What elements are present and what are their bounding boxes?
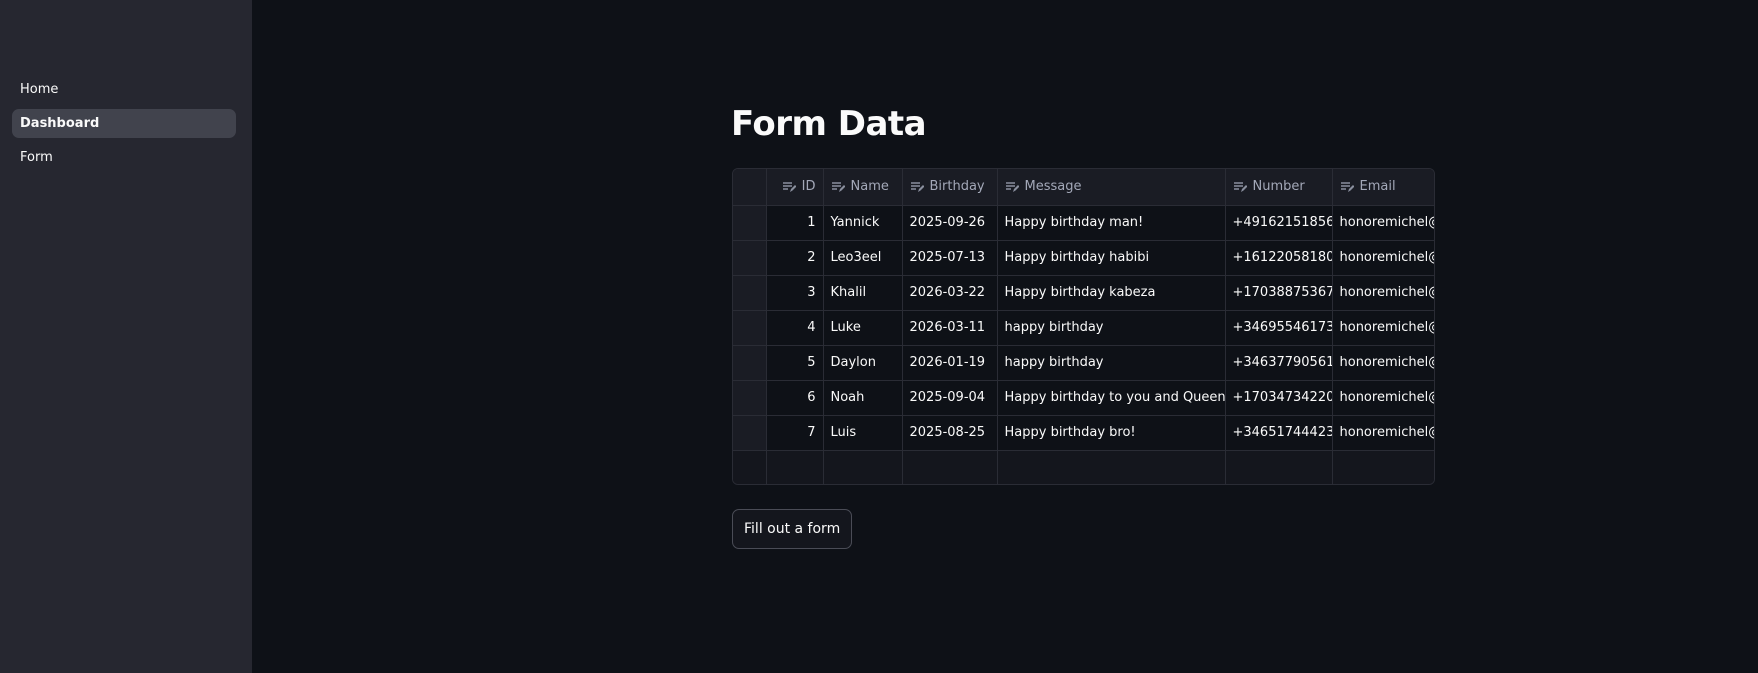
text-edit-icon [831, 182, 845, 192]
table-cell-number[interactable]: +17038875367 [1225, 275, 1333, 311]
page-title: Form Data [731, 104, 927, 144]
table-cell-email[interactable]: honoremichel@ [1332, 380, 1434, 416]
table-cell-email[interactable]: honoremichel@ [1332, 275, 1434, 311]
table-cell-birthday[interactable]: 2025-08-25 [902, 415, 998, 451]
column-header-label: Birthday [929, 179, 985, 195]
empty-cell[interactable] [1225, 450, 1333, 484]
table-cell-message[interactable]: Happy birthday bro! [997, 415, 1226, 451]
empty-cell[interactable] [902, 450, 998, 484]
column-header-name[interactable]: Name [823, 169, 903, 206]
table-row[interactable]: 2 Leo3eel 2025-07-13 Happy birthday habi… [733, 240, 1434, 276]
table-cell-number[interactable]: +34651744423 [1225, 415, 1333, 451]
data-table[interactable]: ID Name Birthday Message Number Email 1 … [732, 168, 1435, 485]
sidebar-item-form[interactable]: Form [12, 143, 236, 172]
table-cell-name[interactable]: Leo3eel [823, 240, 903, 276]
table-cell-id[interactable]: 3 [766, 275, 824, 311]
fill-out-form-button[interactable]: Fill out a form [732, 509, 853, 549]
table-cell-message[interactable]: Happy birthday habibi [997, 240, 1226, 276]
table-cell-birthday[interactable]: 2025-09-26 [902, 205, 998, 241]
table-cell-id[interactable]: 4 [766, 310, 824, 346]
table-row[interactable]: 1 Yannick 2025-09-26 Happy birthday man!… [733, 205, 1434, 241]
table-cell-id[interactable]: 2 [766, 240, 824, 276]
table-cell-email[interactable]: honoremichel@ [1332, 345, 1434, 381]
table-cell-birthday[interactable]: 2026-01-19 [902, 345, 998, 381]
row-index-cell[interactable] [733, 275, 767, 311]
table-cell-birthday[interactable]: 2026-03-22 [902, 275, 998, 311]
column-header-label: Name [850, 179, 889, 195]
table-cell-birthday[interactable]: 2026-03-11 [902, 310, 998, 346]
text-edit-icon [782, 182, 796, 192]
table-cell-message[interactable]: happy birthday [997, 310, 1226, 346]
table-cell-name[interactable]: Khalil [823, 275, 903, 311]
table-cell-birthday[interactable]: 2025-07-13 [902, 240, 998, 276]
table-header-row: ID Name Birthday Message Number Email [733, 169, 1434, 206]
sidebar-item-home[interactable]: Home [12, 75, 236, 104]
table-row[interactable]: 3 Khalil 2026-03-22 Happy birthday kabez… [733, 275, 1434, 311]
table-cell-id[interactable]: 1 [766, 205, 824, 241]
table-cell-message[interactable]: Happy birthday kabeza [997, 275, 1226, 311]
table-cell-id[interactable]: 5 [766, 345, 824, 381]
app: Home Dashboard Form Form Data ID Name Bi… [0, 0, 1758, 673]
table-cell-message[interactable]: Happy birthday to you and Queen B! [997, 380, 1226, 416]
table-cell-name[interactable]: Luke [823, 310, 903, 346]
sidebar-item-label: Dashboard [20, 116, 100, 131]
text-edit-icon [1340, 182, 1354, 192]
table-cell-id[interactable]: 6 [766, 380, 824, 416]
sidebar-item-dashboard[interactable]: Dashboard [12, 109, 236, 138]
column-header-id[interactable]: ID [766, 169, 824, 206]
row-index-cell[interactable] [733, 380, 767, 416]
table-cell-email[interactable]: honoremichel@ [1332, 415, 1434, 451]
sidebar: Home Dashboard Form [0, 0, 252, 673]
table-cell-name[interactable]: Noah [823, 380, 903, 416]
empty-cell[interactable] [1332, 450, 1434, 484]
row-index-cell[interactable] [733, 205, 767, 241]
table-cell-name[interactable]: Luis [823, 415, 903, 451]
text-edit-icon [910, 182, 924, 192]
column-header-birthday[interactable]: Birthday [902, 169, 998, 206]
table-cell-number[interactable]: +34637790561 [1225, 345, 1333, 381]
table-cell-email[interactable]: honoremichel@ [1332, 205, 1434, 241]
table-row[interactable]: 4 Luke 2026-03-11 happy birthday +346955… [733, 310, 1434, 346]
main-content: Form Data ID Name Birthday Message Numbe… [252, 0, 1758, 673]
column-header-label: ID [801, 179, 816, 195]
row-index-header [733, 169, 767, 206]
column-header-label: Message [1024, 179, 1082, 195]
table-cell-id[interactable]: 7 [766, 415, 824, 451]
table-row[interactable]: 5 Daylon 2026-01-19 happy birthday +3463… [733, 345, 1434, 381]
text-edit-icon [1233, 182, 1247, 192]
sidebar-item-label: Home [20, 82, 59, 97]
empty-cell[interactable] [766, 450, 824, 484]
table-cell-number[interactable]: +34695546173 [1225, 310, 1333, 346]
table-cell-message[interactable]: happy birthday [997, 345, 1226, 381]
table-cell-message[interactable]: Happy birthday man! [997, 205, 1226, 241]
table-cell-number[interactable]: +16122058180 [1225, 240, 1333, 276]
table-cell-name[interactable]: Yannick [823, 205, 903, 241]
column-header-message[interactable]: Message [997, 169, 1226, 206]
table-cell-birthday[interactable]: 2025-09-04 [902, 380, 998, 416]
row-index-cell[interactable] [733, 240, 767, 276]
table-cell-number[interactable]: +491621518560 [1225, 205, 1333, 241]
column-header-label: Number [1252, 179, 1305, 195]
row-index-cell[interactable] [733, 310, 767, 346]
sidebar-item-label: Form [20, 150, 53, 165]
text-edit-icon [1005, 182, 1019, 192]
table-row[interactable]: 7 Luis 2025-08-25 Happy birthday bro! +3… [733, 415, 1434, 451]
table-row[interactable]: 6 Noah 2025-09-04 Happy birthday to you … [733, 380, 1434, 416]
table-cell-name[interactable]: Daylon [823, 345, 903, 381]
row-index-cell[interactable] [733, 450, 767, 484]
column-header-email[interactable]: Email [1332, 169, 1434, 206]
empty-cell[interactable] [823, 450, 903, 484]
column-header-number[interactable]: Number [1225, 169, 1333, 206]
column-header-label: Email [1359, 179, 1396, 195]
row-index-cell[interactable] [733, 345, 767, 381]
row-index-cell[interactable] [733, 415, 767, 451]
add-row[interactable] [733, 450, 1434, 484]
table-cell-number[interactable]: +17034734220 [1225, 380, 1333, 416]
table-cell-email[interactable]: honoremichel@ [1332, 310, 1434, 346]
table-cell-email[interactable]: honoremichel@ [1332, 240, 1434, 276]
empty-cell[interactable] [997, 450, 1226, 484]
